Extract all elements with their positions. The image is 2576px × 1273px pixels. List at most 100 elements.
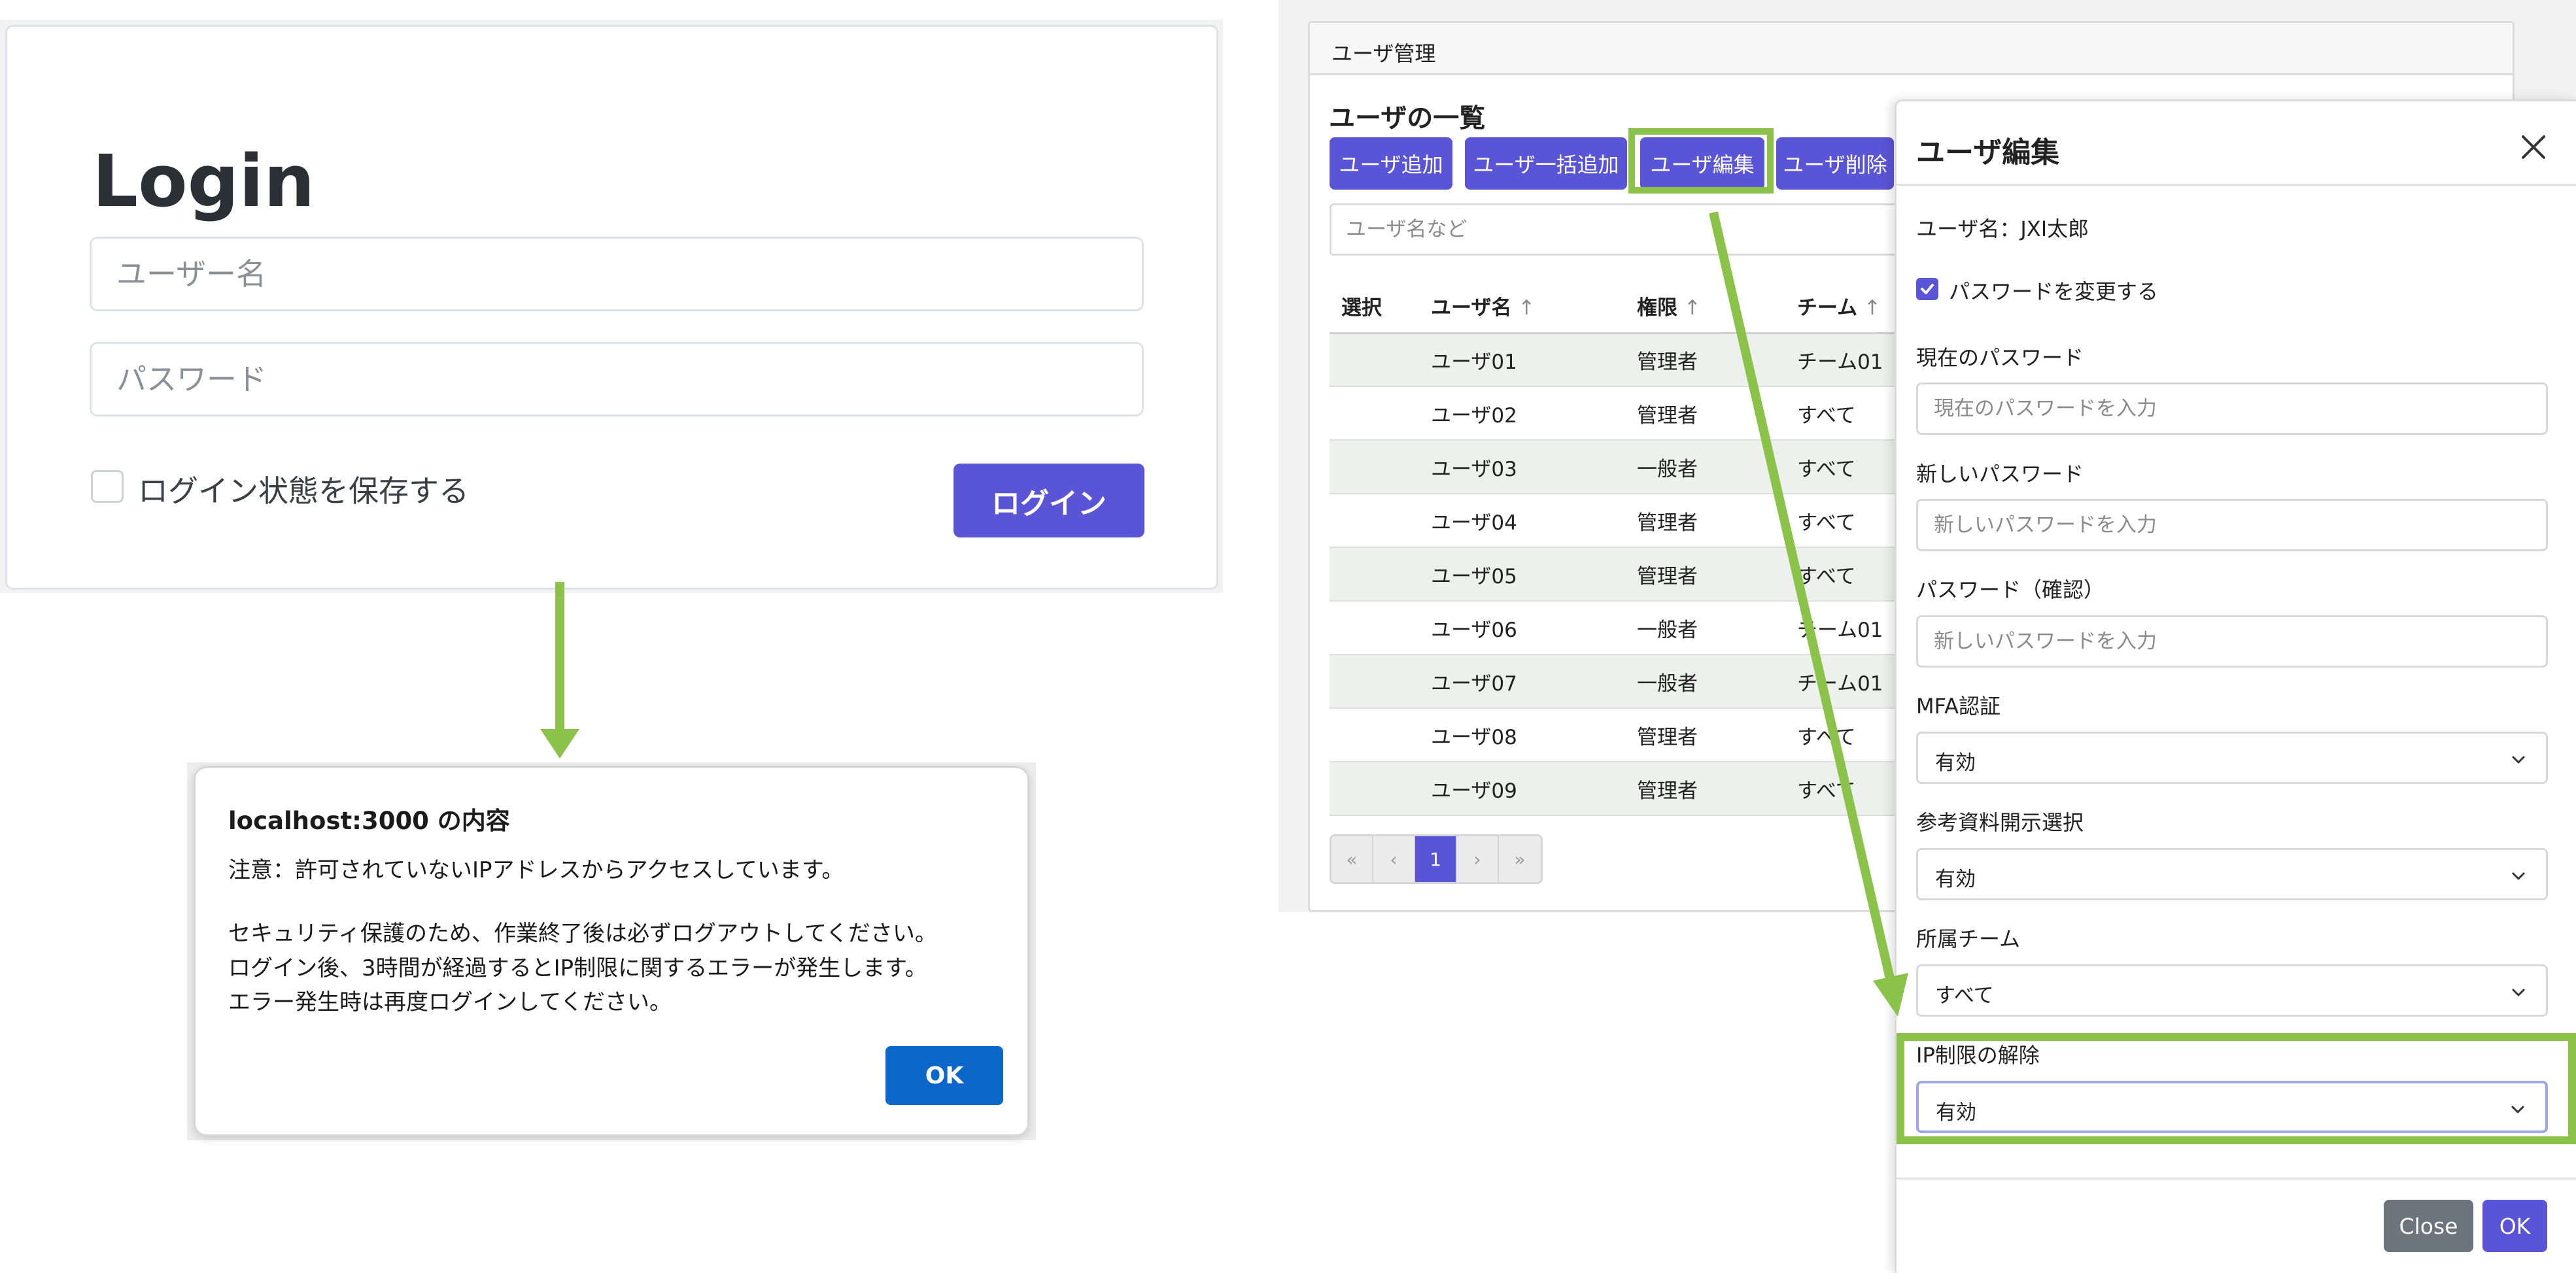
user-role-cell: 一般者	[1637, 654, 1797, 709]
user-list-title: ユーザの一覧	[1329, 103, 1486, 133]
column-header-select: 選択	[1330, 280, 1431, 334]
check-icon	[1921, 284, 1934, 294]
page-current-button[interactable]: 1	[1415, 836, 1457, 882]
sort-arrow-icon[interactable]: ↑	[1684, 296, 1701, 320]
user-team-cell: すべて	[1797, 762, 1905, 816]
table-row[interactable]: ユーザ07 一般者 チーム01	[1330, 654, 1905, 709]
add-user-button[interactable]: ユーザ追加	[1330, 137, 1452, 190]
page-next-button[interactable]: ›	[1457, 836, 1499, 882]
user-team-cell: すべて	[1797, 440, 1905, 494]
user-role-cell: 管理者	[1637, 762, 1797, 816]
table-row[interactable]: ユーザ02 管理者 すべて	[1330, 386, 1905, 441]
mfa-select[interactable]: 有効	[1916, 732, 2548, 784]
user-name-cell: ユーザ08	[1431, 708, 1637, 762]
card-header: ユーザ管理	[1310, 23, 2513, 75]
current-password-input[interactable]	[1916, 382, 2548, 435]
sort-arrow-icon[interactable]: ↑	[1864, 296, 1881, 320]
confirm-password-input[interactable]	[1916, 615, 2548, 668]
user-team-cell: チーム01	[1797, 654, 1905, 709]
mfa-select-value: 有効	[1935, 751, 1976, 775]
column-header-name[interactable]: ユーザ名 ↑	[1431, 280, 1637, 334]
modal-close-button[interactable]: Close	[2384, 1200, 2473, 1252]
row-select-cell[interactable]	[1330, 762, 1431, 816]
card-header-title: ユーザ管理	[1331, 41, 1436, 66]
page-first-button[interactable]: «	[1331, 836, 1373, 882]
column-header-label: チーム	[1797, 296, 1858, 320]
user-team-cell: チーム01	[1797, 601, 1905, 655]
remember-login-label: ログイン状態を保存する	[138, 473, 469, 509]
bulk-add-users-button[interactable]: ユーザ一括追加	[1465, 137, 1627, 190]
alert-message-line: エラー発生時は再度ログインしてください。	[228, 989, 672, 1015]
column-header-label: 選択	[1341, 296, 1382, 320]
user-name-cell: ユーザ06	[1431, 601, 1637, 655]
reference-disclosure-select[interactable]: 有効	[1916, 848, 2548, 900]
change-password-label: パスワードを変更する	[1949, 279, 2159, 304]
user-name-cell: ユーザ09	[1431, 762, 1637, 816]
user-name-cell: ユーザ03	[1431, 440, 1637, 494]
reference-disclosure-label: 参考資料開示選択	[1916, 810, 2084, 835]
table-row[interactable]: ユーザ03 一般者 すべて	[1330, 440, 1905, 494]
alert-message-line: 注意：許可されていないIPアドレスからアクセスしています。	[228, 857, 844, 883]
column-header-label: ユーザ名	[1431, 296, 1512, 320]
table-row[interactable]: ユーザ05 管理者 すべて	[1330, 547, 1905, 602]
row-select-cell[interactable]	[1330, 708, 1431, 762]
column-header-role[interactable]: 権限 ↑	[1637, 280, 1797, 334]
row-select-cell[interactable]	[1330, 654, 1431, 709]
row-select-cell[interactable]	[1330, 386, 1431, 441]
row-select-cell[interactable]	[1330, 601, 1431, 655]
table-row[interactable]: ユーザ01 管理者 チーム01	[1330, 333, 1905, 387]
table-header-row: 選択 ユーザ名 ↑ 権限 ↑ チーム ↑	[1330, 280, 1905, 334]
modal-title: ユーザ編集	[1916, 136, 2060, 169]
user-role-cell: 管理者	[1637, 547, 1797, 602]
arrowhead-icon	[540, 729, 579, 758]
team-select-value: すべて	[1935, 984, 1994, 1008]
close-icon[interactable]	[2516, 130, 2550, 164]
row-select-cell[interactable]	[1330, 440, 1431, 494]
user-role-cell: 管理者	[1637, 386, 1797, 441]
team-select[interactable]: すべて	[1916, 964, 2548, 1017]
row-select-cell[interactable]	[1330, 494, 1431, 548]
alert-screenshot: localhost:3000 の内容 注意：許可されていないIPアドレスからアク…	[187, 762, 1036, 1140]
pagination: « ‹ 1 › »	[1330, 834, 1543, 884]
password-input[interactable]	[90, 342, 1144, 416]
alert-message-line: セキュリティ保護のため、作業終了後は必ずログアウトしてください。	[228, 921, 937, 947]
user-role-cell: 管理者	[1637, 494, 1797, 548]
remember-login-checkbox[interactable]	[91, 470, 124, 503]
table-row[interactable]: ユーザ06 一般者 チーム01	[1330, 601, 1905, 655]
user-role-cell: 一般者	[1637, 601, 1797, 655]
page-last-button[interactable]: »	[1499, 836, 1541, 882]
user-role-cell: 管理者	[1637, 333, 1797, 387]
table-row[interactable]: ユーザ09 管理者 すべて	[1330, 762, 1905, 816]
chevron-down-icon	[2512, 756, 2525, 764]
login-card: Login ログイン状態を保存する ログイン	[5, 25, 1218, 590]
new-password-input[interactable]	[1916, 499, 2548, 551]
mfa-label: MFA認証	[1916, 694, 2001, 719]
ip-restriction-highlight	[1897, 1033, 2576, 1144]
login-button[interactable]: ログイン	[953, 464, 1144, 537]
modal-footer-divider	[1897, 1178, 2576, 1180]
column-header-label: 権限	[1637, 296, 1677, 320]
column-header-team[interactable]: チーム ↑	[1797, 280, 1905, 334]
row-select-cell[interactable]	[1330, 547, 1431, 602]
sort-arrow-icon[interactable]: ↑	[1518, 296, 1535, 320]
modal-username: ユーザ名：JXI太郎	[1916, 216, 2089, 241]
change-password-checkbox[interactable]	[1916, 278, 1938, 300]
chevron-down-icon	[2512, 989, 2525, 996]
table-row[interactable]: ユーザ08 管理者 すべて	[1330, 708, 1905, 762]
alert-dialog: localhost:3000 の内容 注意：許可されていないIPアドレスからアク…	[194, 766, 1029, 1136]
user-table: 選択 ユーザ名 ↑ 権限 ↑ チーム ↑ ユーザ01 管理者 チーム01 ユーザ02 管理者…	[1330, 280, 1905, 816]
edit-button-highlight	[1628, 128, 1774, 194]
username-input[interactable]	[90, 237, 1144, 311]
user-name-cell: ユーザ07	[1431, 654, 1637, 709]
chevron-down-icon	[2512, 872, 2525, 880]
delete-user-button[interactable]: ユーザ削除	[1776, 137, 1894, 190]
alert-ok-button[interactable]: OK	[885, 1046, 1003, 1105]
modal-ok-button[interactable]: OK	[2482, 1200, 2547, 1252]
user-role-cell: 管理者	[1637, 708, 1797, 762]
row-select-cell[interactable]	[1330, 333, 1431, 387]
page-prev-button[interactable]: ‹	[1373, 836, 1415, 882]
user-search-input[interactable]	[1330, 203, 1905, 256]
login-title: Login	[92, 139, 315, 223]
table-row[interactable]: ユーザ04 管理者 すべて	[1330, 494, 1905, 548]
new-password-label: 新しいパスワード	[1916, 462, 2084, 486]
